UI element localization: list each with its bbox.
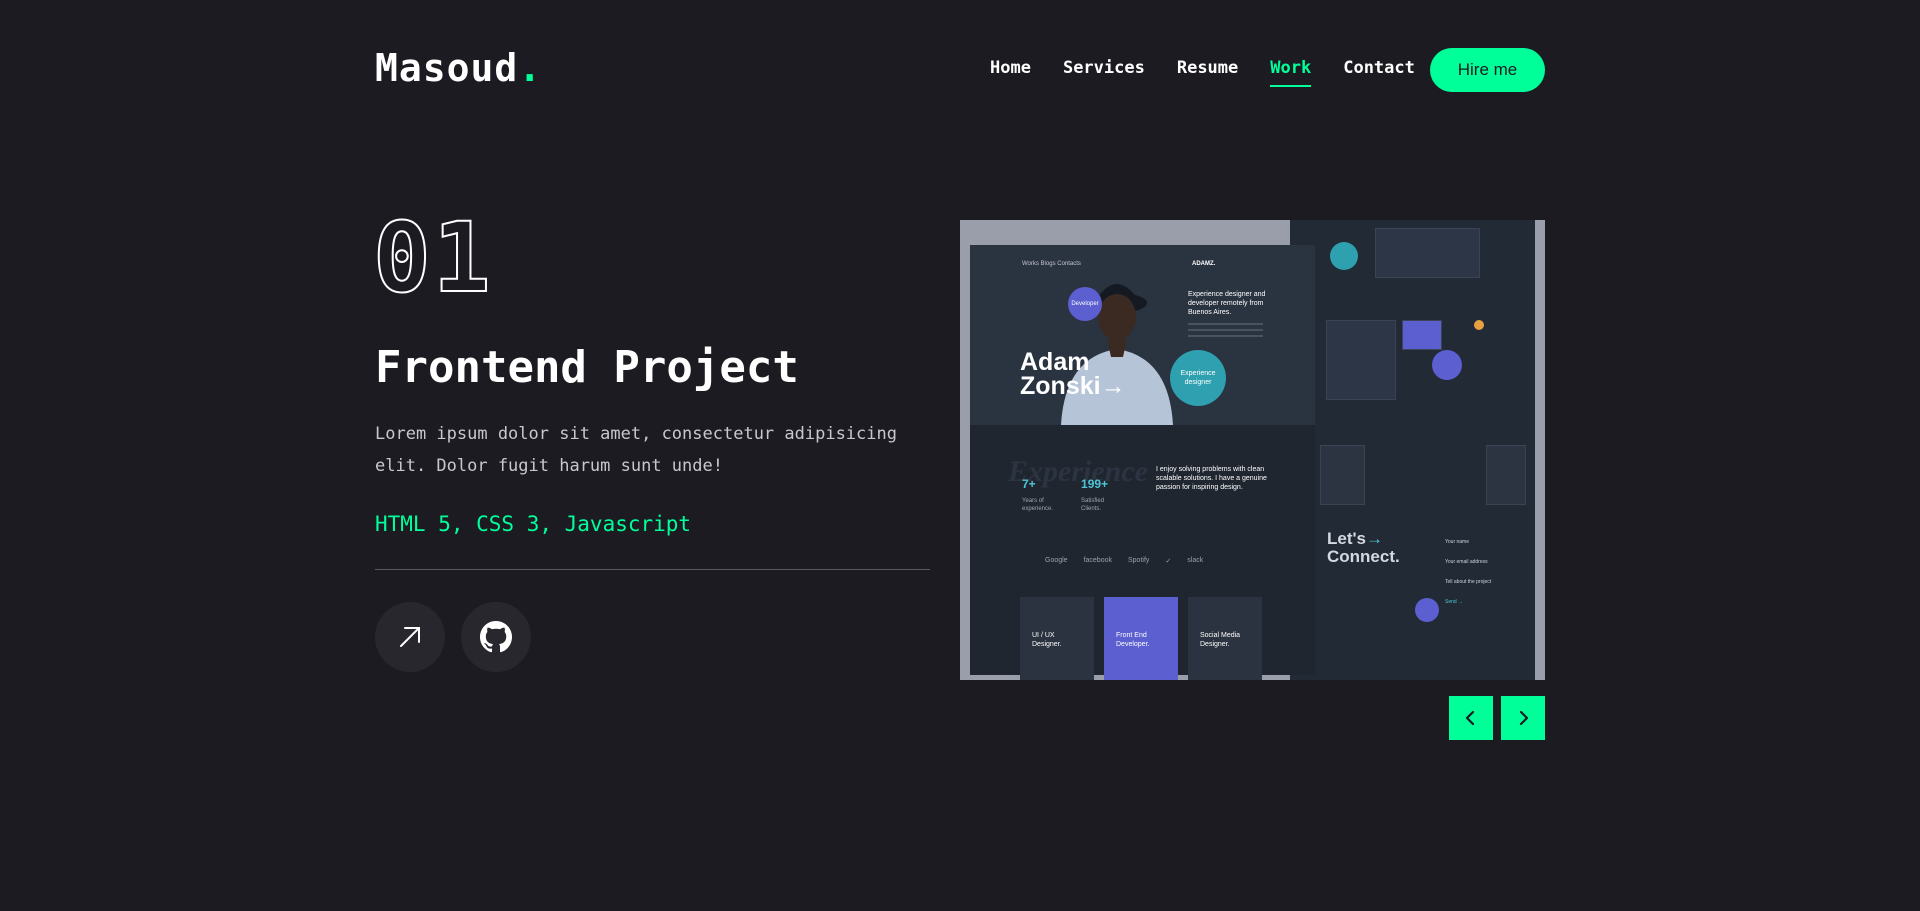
preview-stat-label-line: Years of (1022, 498, 1044, 504)
preview-experience-badge: Experience designer (1170, 350, 1226, 406)
project-preview-image: Works Blogs Contacts ADAMZ. Developer Ex… (960, 220, 1545, 680)
project-description: Lorem ipsum dolor sit amet, consectetur … (375, 424, 897, 476)
preview-stat-label-line: Clients. (1081, 506, 1102, 512)
chevron-left-icon (1465, 710, 1475, 726)
github-icon (480, 621, 512, 653)
preview-form-field: Tell about the project (1445, 579, 1492, 585)
logo[interactable]: Masoud. (375, 46, 542, 90)
preview-card-line: Social Media (1200, 632, 1241, 639)
preview-card-line: Front End (1116, 632, 1147, 639)
preview-badge-line: designer (1184, 379, 1212, 386)
preview-stats: 7+ Years of experience. 199+ Satisfied Cli… (1022, 477, 1108, 513)
preview-stat-value: 7+ (1022, 477, 1036, 491)
main-nav: Home Services Resume Work Contact (990, 58, 1447, 88)
nav-resume[interactable]: Resume (1177, 58, 1238, 88)
preview-form-field: Send → (1445, 599, 1464, 605)
preview-service-cards: UI / UX Designer. Front End Developer. Soc… (1020, 597, 1262, 680)
preview-stat-label-line: experience. (1022, 506, 1054, 512)
preview-stat-label-line: Satisfied (1081, 498, 1105, 504)
preview-client-logos: Google facebook Spotify ✓ slack (1045, 557, 1203, 565)
divider (375, 569, 930, 570)
project-number: 01 (372, 202, 493, 314)
nav-contact[interactable]: Contact (1343, 58, 1415, 88)
preview-form-field: Your name (1445, 539, 1469, 545)
nav-home[interactable]: Home (990, 58, 1031, 88)
preview-stat: 7+ Years of experience. (1022, 477, 1053, 513)
preview-connect-line: Connect. (1327, 547, 1400, 566)
github-button[interactable] (461, 602, 531, 672)
preview-connect-line: Let's (1327, 529, 1366, 548)
preview-developer-badge: Developer (1068, 287, 1102, 321)
preview-stat-label: Satisfied Clients. (1081, 497, 1108, 513)
logo-dot: . (518, 46, 543, 90)
preview-logo: slack (1187, 557, 1204, 564)
preview-text-lines (1188, 323, 1263, 341)
preview-card: UI / UX Designer. (1020, 597, 1094, 680)
preview-right-overlay: Let's→ Connect. Your name Your email addr… (1315, 220, 1545, 680)
preview-logo: Spotify (1128, 557, 1150, 564)
preview-blurb: Experience designer and developer remote… (1188, 291, 1266, 316)
preview-logo: ✓ (1165, 558, 1172, 565)
preview-logo: facebook (1083, 557, 1112, 564)
project-stack: HTML 5, CSS 3, Javascript (375, 512, 692, 536)
preview-stat-label: Years of experience. (1022, 497, 1053, 513)
preview-connect: Let's→ Connect. (1327, 529, 1400, 566)
preview-name-last: Zonski (1020, 372, 1101, 400)
preview-card: Front End Developer. (1104, 597, 1178, 680)
preview-experience-badge-text: Experience designer (1180, 369, 1215, 387)
logo-text: Masoud (375, 46, 519, 90)
arrow-up-right-icon (400, 627, 420, 647)
preview-card-line: Developer. (1116, 641, 1150, 648)
nav-work[interactable]: Work (1270, 58, 1311, 88)
preview-logo: Google (1045, 557, 1068, 564)
chevron-right-icon (1519, 710, 1529, 726)
preview-badge-line: Experience (1180, 370, 1216, 377)
preview-stat-value: 199+ (1081, 477, 1109, 491)
slider-next-button[interactable] (1501, 696, 1545, 740)
preview-brand: ADAMZ. (1192, 261, 1216, 267)
project-title: Frontend Project (375, 342, 799, 393)
preview-card: Social Media Designer. (1188, 597, 1262, 680)
preview-contact-form: Your name Your email address Tell about … (1445, 532, 1491, 612)
hire-me-button[interactable]: Hire me (1430, 48, 1545, 92)
preview-form-field: Your email address (1445, 559, 1488, 565)
preview-stat: 199+ Satisfied Clients. (1081, 477, 1108, 513)
preview-main-page: Works Blogs Contacts ADAMZ. Developer Ex… (970, 245, 1315, 680)
nav-services[interactable]: Services (1063, 58, 1145, 88)
person-photo (1061, 284, 1173, 425)
slider-prev-button[interactable] (1449, 696, 1493, 740)
preview-about: I enjoy solving problems with clean scal… (1156, 466, 1267, 491)
live-project-button[interactable] (375, 602, 445, 672)
preview-card-line: Designer. (1200, 641, 1230, 648)
preview-card-line: Designer. (1032, 641, 1062, 648)
preview-card-line: UI / UX (1032, 632, 1055, 639)
preview-name: Adam Zonski→ (1020, 348, 1126, 400)
